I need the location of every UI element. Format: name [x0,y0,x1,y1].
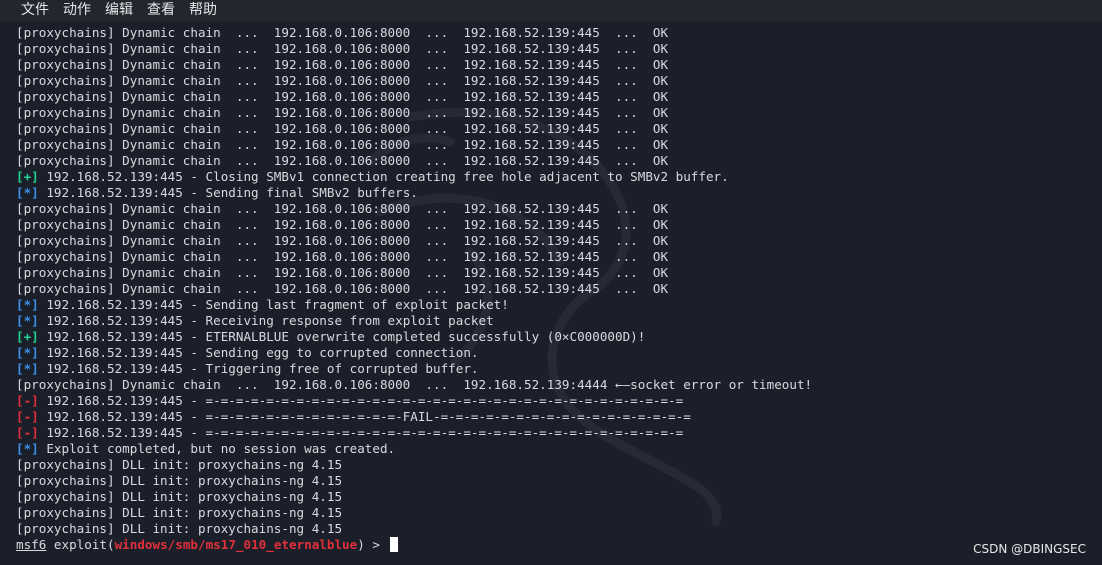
terminal-line: [proxychains] Dynamic chain ... 192.168.… [16,137,1102,153]
terminal-line-text: [proxychains] DLL init: proxychains-ng 4… [16,505,343,520]
menu-help[interactable]: 帮助 [182,0,224,22]
info-status-tag: [*] [16,345,39,360]
terminal-line-text: [proxychains] Dynamic chain ... 192.168.… [16,265,669,280]
terminal-line: [proxychains] Dynamic chain ... 192.168.… [16,201,1102,217]
prompt-command: exploit( [46,537,115,552]
terminal-line-text: 192.168.52.139:445 - ETERNALBLUE overwri… [38,329,646,344]
info-status-tag: [*] [16,361,39,376]
terminal-line-text: [proxychains] Dynamic chain ... 192.168.… [16,137,669,152]
terminal-line: [+] 192.168.52.139:445 - ETERNALBLUE ove… [16,329,1102,345]
terminal-line-text: 192.168.52.139:445 - Sending egg to corr… [38,345,479,360]
terminal-line-text: 192.168.52.139:445 - Sending final SMBv2… [38,185,418,200]
menu-view[interactable]: 查看 [140,0,182,22]
terminal-line-text: [proxychains] Dynamic chain ... 192.168.… [16,217,669,232]
info-status-tag: [*] [16,313,39,328]
terminal-line: [*] 192.168.52.139:445 - Sending egg to … [16,345,1102,361]
terminal-line-text: 192.168.52.139:445 - Sending last fragme… [38,297,509,312]
prompt-suffix: ) > [357,537,388,552]
terminal-line: [-] 192.168.52.139:445 - =-=-=-=-=-=-=-=… [16,393,1102,409]
terminal-line-text: 192.168.52.139:445 - Triggering free of … [38,361,479,376]
terminal-line-text: [proxychains] Dynamic chain ... 192.168.… [16,281,669,296]
terminal-line-text: [proxychains] Dynamic chain ... 192.168.… [16,105,669,120]
terminal-line: [proxychains] Dynamic chain ... 192.168.… [16,25,1102,41]
terminal-line: [proxychains] DLL init: proxychains-ng 4… [16,505,1102,521]
terminal-line: [proxychains] Dynamic chain ... 192.168.… [16,153,1102,169]
terminal-line-text: 192.168.52.139:445 - =-=-=-=-=-=-=-=-=-=… [38,393,684,408]
terminal-line-text: [proxychains] Dynamic chain ... 192.168.… [16,89,669,104]
bad-status-tag: [-] [16,409,39,424]
terminal-line-text: [proxychains] Dynamic chain ... 192.168.… [16,41,669,56]
terminal-line-text: [proxychains] DLL init: proxychains-ng 4… [16,473,343,488]
terminal-line-text: [proxychains] Dynamic chain ... 192.168.… [16,121,669,136]
terminal-line-text: 192.168.52.139:445 - Closing SMBv1 conne… [38,169,729,184]
terminal-line-text: [proxychains] Dynamic chain ... 192.168.… [16,249,669,264]
bad-status-tag: [-] [16,393,39,408]
terminal-line: [-] 192.168.52.139:445 - =-=-=-=-=-=-=-=… [16,409,1102,425]
terminal-line-text: [proxychains] Dynamic chain ... 192.168.… [16,25,669,40]
terminal-line-text: [proxychains] Dynamic chain ... 192.168.… [16,153,669,168]
good-status-tag: [+] [16,169,39,184]
terminal-output[interactable]: [proxychains] Dynamic chain ... 192.168.… [0,22,1102,565]
watermark-text: CSDN @DBINGSEC [973,542,1086,556]
terminal-line-text: [proxychains] Dynamic chain ... 192.168.… [16,73,669,88]
terminal-line: [proxychains] DLL init: proxychains-ng 4… [16,473,1102,489]
terminal-line: [proxychains] Dynamic chain ... 192.168.… [16,121,1102,137]
terminal-line: [proxychains] Dynamic chain ... 192.168.… [16,281,1102,297]
terminal-line: [proxychains] Dynamic chain ... 192.168.… [16,233,1102,249]
terminal-line: [proxychains] Dynamic chain ... 192.168.… [16,105,1102,121]
terminal-line: [proxychains] Dynamic chain ... 192.168.… [16,265,1102,281]
terminal-line-text: 192.168.52.139:445 - Receiving response … [38,313,494,328]
info-status-tag: [*] [16,185,39,200]
bad-status-tag: [-] [16,425,39,440]
terminal-line: [proxychains] Dynamic chain ... 192.168.… [16,41,1102,57]
terminal-line: [proxychains] Dynamic chain ... 192.168.… [16,377,1102,393]
terminal-line: [-] 192.168.52.139:445 - =-=-=-=-=-=-=-=… [16,425,1102,441]
menu-bar: 文件 动作 编辑 查看 帮助 [0,0,1102,22]
info-status-tag: [*] [16,297,39,312]
terminal-line-text: [proxychains] DLL init: proxychains-ng 4… [16,489,343,504]
terminal-line: [proxychains] Dynamic chain ... 192.168.… [16,217,1102,233]
terminal-line: [+] 192.168.52.139:445 - Closing SMBv1 c… [16,169,1102,185]
terminal-line-text: [proxychains] Dynamic chain ... 192.168.… [16,377,813,392]
terminal-line-text: [proxychains] Dynamic chain ... 192.168.… [16,201,669,216]
terminal-line: [proxychains] DLL init: proxychains-ng 4… [16,521,1102,537]
terminal-line: [proxychains] Dynamic chain ... 192.168.… [16,73,1102,89]
terminal-line: [*] 192.168.52.139:445 - Sending final S… [16,185,1102,201]
command-prompt[interactable]: msf6 exploit(windows/smb/ms17_010_eterna… [16,537,1102,553]
text-cursor [389,537,398,552]
terminal-line-text: 192.168.52.139:445 - =-=-=-=-=-=-=-=-=-=… [38,425,684,440]
terminal-line-text: 192.168.52.139:445 - =-=-=-=-=-=-=-=-=-=… [38,409,691,424]
terminal-line: [proxychains] Dynamic chain ... 192.168.… [16,249,1102,265]
terminal-line: [proxychains] DLL init: proxychains-ng 4… [16,489,1102,505]
terminal-line: [proxychains] DLL init: proxychains-ng 4… [16,457,1102,473]
terminal-line-text: Exploit completed, but no session was cr… [38,441,396,456]
terminal-line: [*] 192.168.52.139:445 - Receiving respo… [16,313,1102,329]
info-status-tag: [*] [16,441,39,456]
prompt-module-name: windows/smb/ms17_010_eternalblue [114,537,358,552]
menu-action[interactable]: 动作 [56,0,98,22]
terminal-line-text: [proxychains] DLL init: proxychains-ng 4… [16,521,343,536]
terminal-line: [*] Exploit completed, but no session wa… [16,441,1102,457]
menu-file[interactable]: 文件 [0,0,56,22]
terminal-line-text: [proxychains] Dynamic chain ... 192.168.… [16,57,669,72]
terminal-lines: [proxychains] Dynamic chain ... 192.168.… [16,25,1102,553]
terminal-line: [proxychains] Dynamic chain ... 192.168.… [16,57,1102,73]
terminal-line: [*] 192.168.52.139:445 - Sending last fr… [16,297,1102,313]
terminal-line: [proxychains] Dynamic chain ... 192.168.… [16,89,1102,105]
terminal-line-text: [proxychains] Dynamic chain ... 192.168.… [16,233,669,248]
terminal-line-text: [proxychains] DLL init: proxychains-ng 4… [16,457,343,472]
msf-prompt-label: msf6 [16,537,47,552]
terminal-line: [*] 192.168.52.139:445 - Triggering free… [16,361,1102,377]
menu-edit[interactable]: 编辑 [98,0,140,22]
good-status-tag: [+] [16,329,39,344]
